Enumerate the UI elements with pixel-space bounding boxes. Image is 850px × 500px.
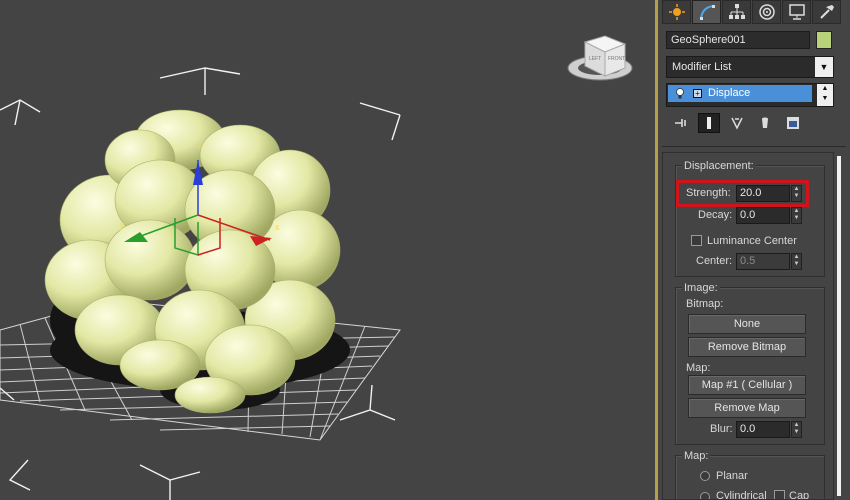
make-unique-icon[interactable]	[726, 113, 748, 133]
object-color-swatch[interactable]	[816, 31, 832, 49]
configure-sets-icon[interactable]	[782, 113, 804, 133]
cap-label: Cap	[789, 490, 810, 500]
show-end-result-icon[interactable]	[698, 113, 720, 133]
decay-label: Decay:	[698, 209, 733, 221]
center-input[interactable]: 0.5	[736, 253, 790, 270]
center-spinner[interactable]: 0.5 ▲ ▼	[736, 253, 802, 270]
stack-toolbar	[670, 112, 830, 134]
viewport-scene: z y x LEFT FRONT	[0, 35, 633, 500]
planar-label: Planar	[716, 470, 748, 482]
object-name-field[interactable]: GeoSphere001	[666, 31, 810, 49]
mapping-title: Map:	[682, 450, 711, 462]
stack-scrollbar[interactable]: ▲ ▼	[817, 84, 833, 106]
bitmap-label: Bitmap:	[686, 298, 724, 310]
panel-scrollbar-thumb[interactable]	[837, 156, 841, 496]
center-label: Center:	[696, 255, 733, 267]
utilities-tab-icon[interactable]	[812, 0, 841, 24]
map-cellular-button[interactable]: Map #1 ( Cellular )	[688, 375, 806, 395]
display-tab-icon[interactable]	[782, 0, 811, 24]
cylindrical-radio[interactable]	[700, 492, 710, 499]
modifier-list-dropdown[interactable]: Modifier List ▼	[666, 56, 834, 78]
panel-scrollbar[interactable]	[834, 152, 848, 500]
expand-plus-icon[interactable]: +	[693, 89, 702, 98]
modifier-stack: + Displace ▲ ▼	[666, 83, 834, 107]
remove-bitmap-button[interactable]: Remove Bitmap	[688, 337, 806, 357]
pin-stack-icon[interactable]	[670, 113, 692, 133]
spinner-arrows-icon[interactable]: ▲ ▼	[791, 421, 802, 438]
hierarchy-tab-icon[interactable]	[722, 0, 751, 24]
blur-input[interactable]: 0.0	[736, 421, 790, 438]
viewcube[interactable]: LEFT FRONT	[567, 35, 633, 81]
axis-y-label: y	[120, 220, 125, 230]
axis-z-label: z	[198, 140, 203, 150]
command-panel-tabs	[662, 0, 848, 26]
viewcube-left-label: LEFT	[589, 56, 601, 62]
remove-map-button[interactable]: Remove Map	[688, 398, 806, 418]
modifier-list-label: Modifier List	[672, 61, 732, 73]
luminance-center-label: Luminance Center	[707, 235, 797, 247]
remove-modifier-icon[interactable]	[754, 113, 776, 133]
decay-spinner[interactable]: 0.0 ▲ ▼	[736, 207, 802, 224]
chevron-down-icon[interactable]: ▼	[815, 57, 833, 77]
perspective-viewport[interactable]: z y x LEFT FRONT	[0, 0, 655, 500]
spinner-arrows-icon[interactable]: ▲ ▼	[791, 253, 802, 270]
motion-tab-icon[interactable]	[752, 0, 781, 24]
panel-separator	[662, 146, 846, 147]
map-label: Map:	[686, 362, 711, 374]
luminance-center-checkbox[interactable]	[691, 235, 702, 246]
decay-input[interactable]: 0.0	[736, 207, 790, 224]
viewcube-front-label: FRONT	[608, 56, 625, 62]
modify-tab-icon[interactable]	[692, 0, 721, 24]
lightbulb-icon[interactable]	[675, 88, 685, 100]
command-panel: GeoSphere001 Modifier List ▼ + Displace …	[658, 0, 850, 500]
blur-spinner[interactable]: 0.0 ▲ ▼	[736, 421, 802, 438]
cap-checkbox[interactable]	[774, 490, 785, 499]
planar-radio[interactable]	[700, 471, 710, 481]
axis-x-label: x	[275, 222, 280, 232]
cylindrical-label: Cylindrical	[716, 490, 767, 500]
strength-highlight-box	[676, 180, 809, 207]
blur-label: Blur:	[710, 423, 733, 435]
stack-item-label: Displace	[708, 87, 751, 99]
displacement-title: Displacement:	[682, 160, 756, 172]
image-title: Image:	[682, 282, 720, 294]
stack-item-displace[interactable]: + Displace	[668, 85, 812, 102]
spinner-arrows-icon[interactable]: ▲ ▼	[791, 207, 802, 224]
bitmap-none-button[interactable]: None	[688, 314, 806, 334]
create-tab-icon[interactable]	[662, 0, 691, 24]
